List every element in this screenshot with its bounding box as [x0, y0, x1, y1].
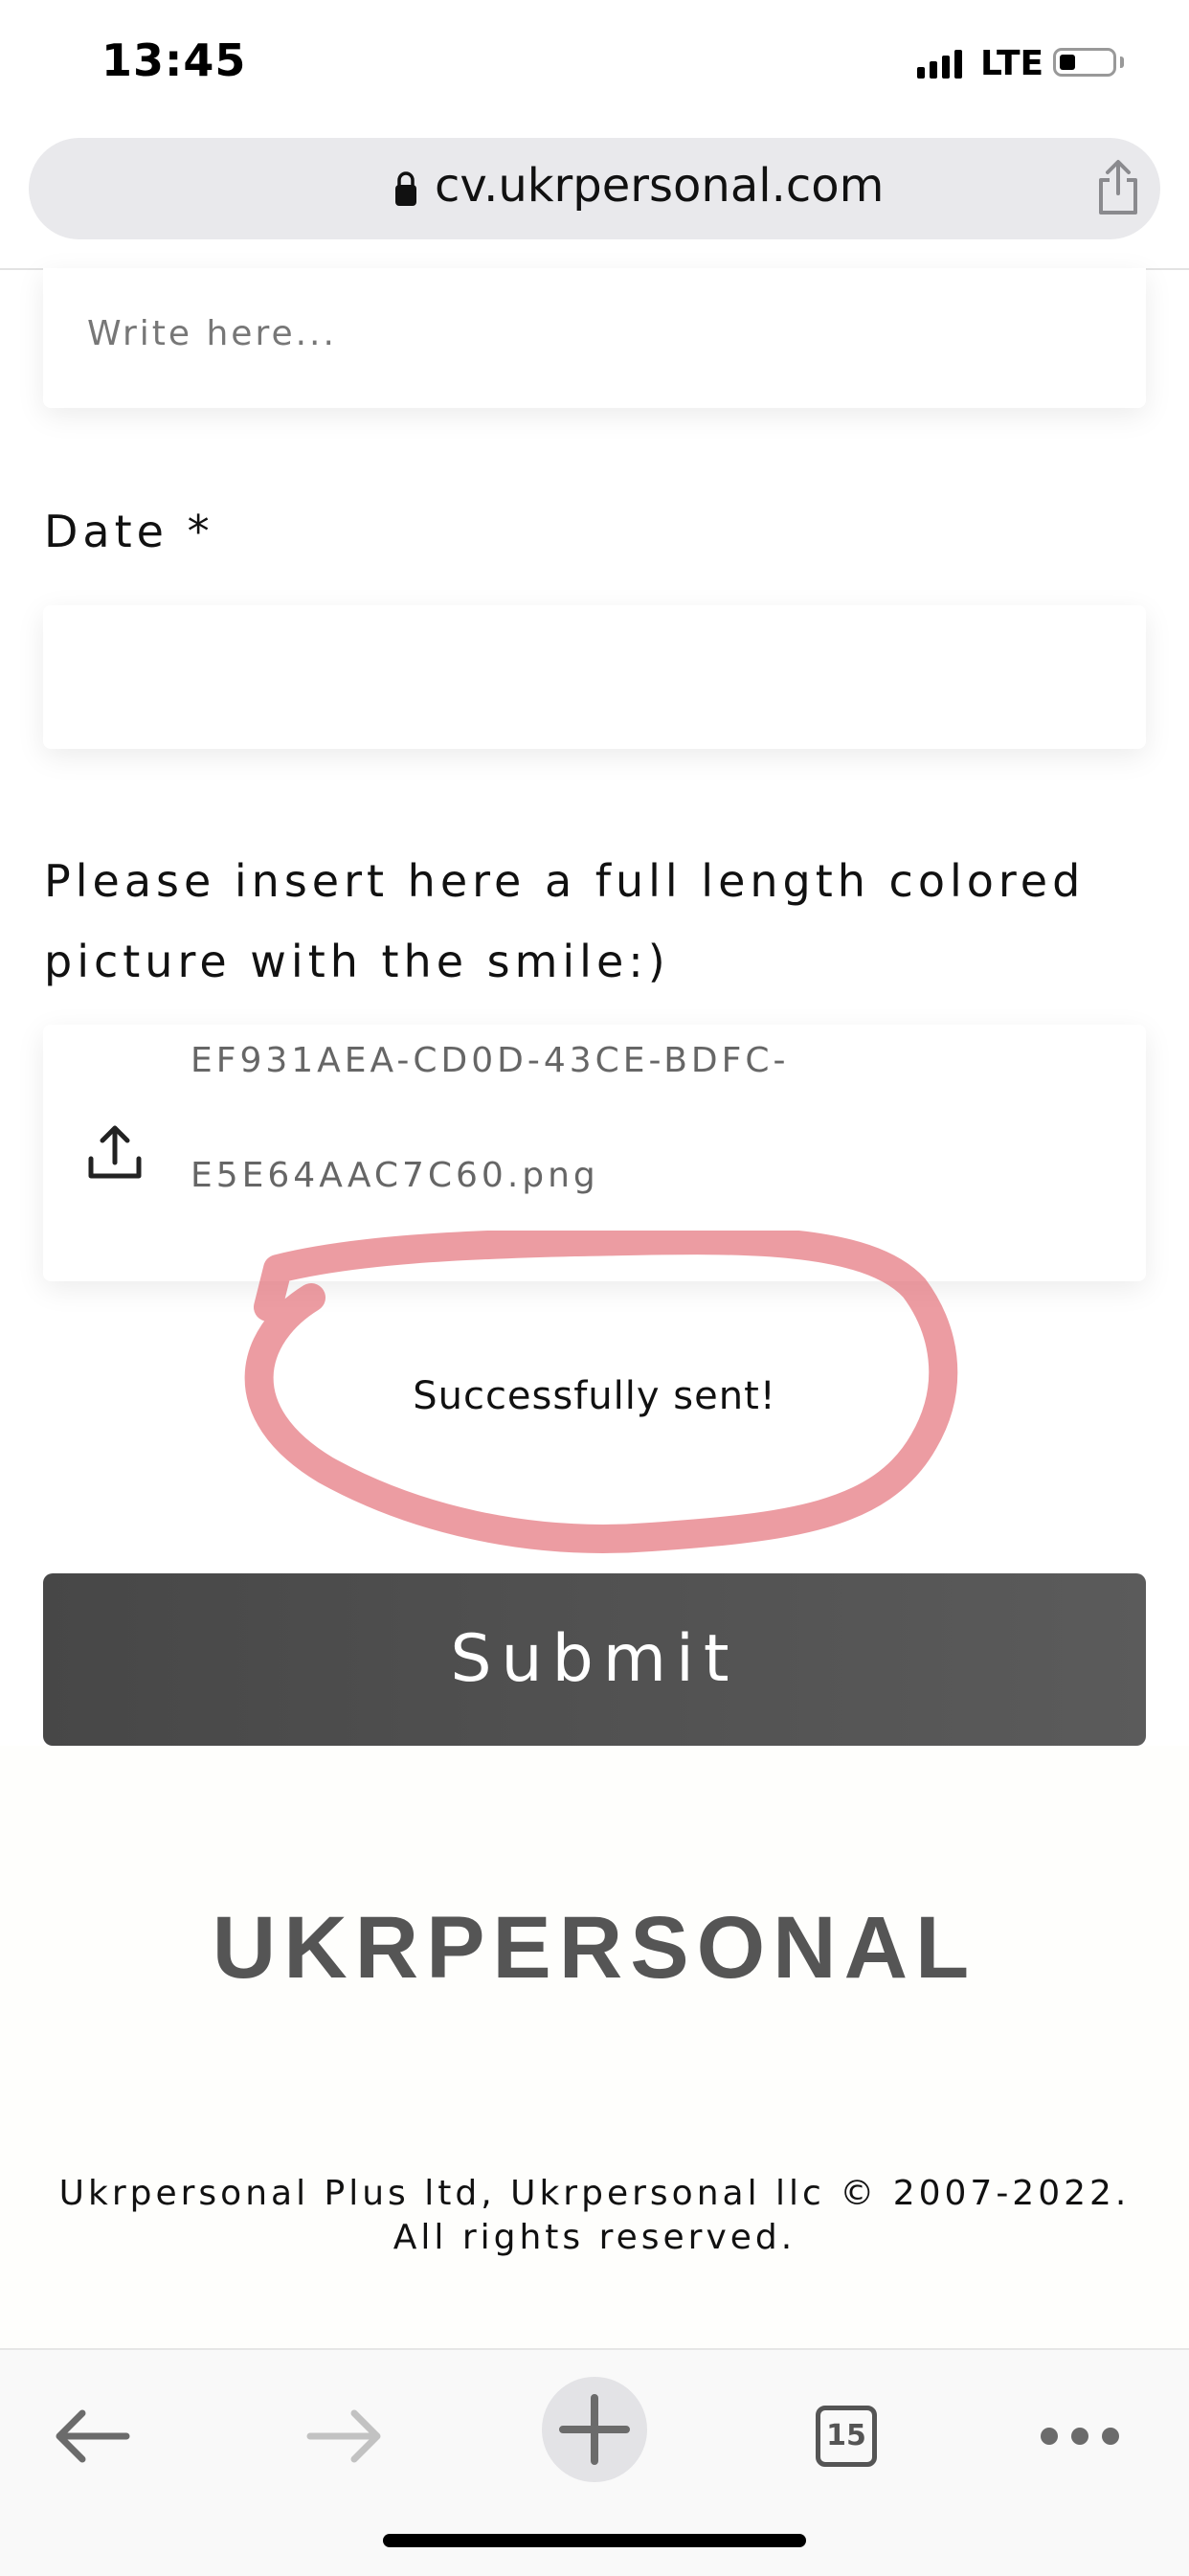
battery-icon: [1053, 48, 1116, 77]
battery-tip: [1120, 56, 1124, 68]
home-indicator: [383, 2534, 806, 2547]
share-icon[interactable]: [1093, 159, 1143, 216]
back-icon[interactable]: [44, 2388, 140, 2484]
tabs-icon: 15: [816, 2406, 877, 2467]
file-name-line1: EF931AEA-CD0D-43CE-BDFC-: [191, 1041, 790, 1080]
plus-icon: [559, 2394, 630, 2465]
textarea-placeholder: Write here...: [87, 314, 337, 353]
new-tab-button[interactable]: [542, 2377, 647, 2482]
lock-icon: [395, 171, 416, 206]
status-time: 13:45: [101, 34, 247, 86]
footer-brand-logo: UKRPERSONAL: [212, 1899, 977, 1997]
network-label: LTE: [980, 44, 1044, 83]
success-message: Successfully sent!: [413, 1374, 776, 1418]
file-name-line2: E5E64AAC7C60.png: [191, 1156, 599, 1195]
date-input[interactable]: [43, 605, 1146, 749]
upload-icon: [88, 1125, 142, 1179]
comment-textarea[interactable]: Write here...: [43, 268, 1146, 408]
tabs-button[interactable]: 15: [802, 2388, 898, 2484]
photo-label: Please insert here a full length colored…: [44, 855, 1086, 987]
submit-button[interactable]: Submit: [43, 1573, 1146, 1746]
address-bar[interactable]: cv.ukrpersonal.com: [29, 138, 1160, 239]
copyright-text: Ukrpersonal Plus ltd, Ukrpersonal llc © …: [58, 2174, 1131, 2257]
signal-icon: [917, 50, 962, 79]
status-bar: 13:45 LTE: [0, 0, 1189, 134]
url-text: cv.ukrpersonal.com: [435, 159, 885, 213]
date-label: Date *: [44, 506, 214, 557]
more-icon[interactable]: [1032, 2388, 1128, 2484]
forward-icon[interactable]: [297, 2388, 393, 2484]
